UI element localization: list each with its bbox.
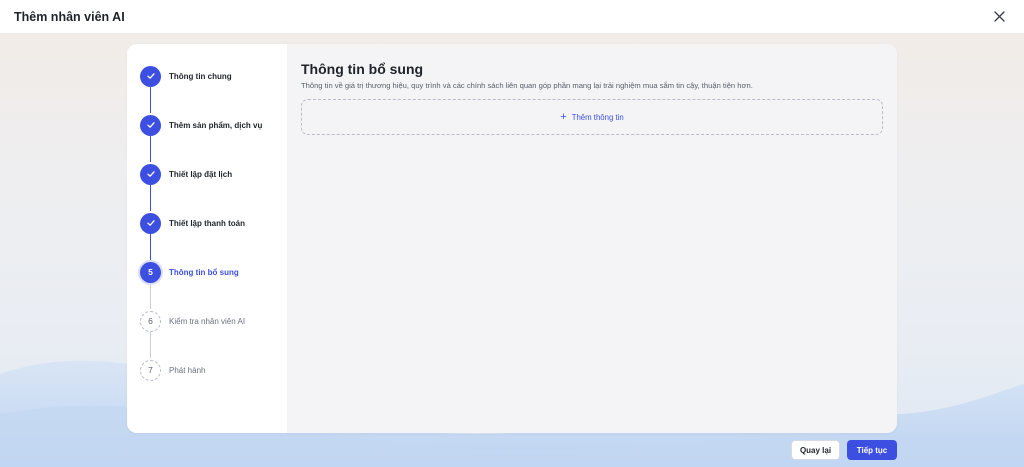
continue-button[interactable]: Tiếp tục (847, 440, 897, 460)
step-1[interactable]: Thông tin chung (140, 65, 232, 87)
step-label: Phát hành (169, 365, 206, 375)
step-check-icon (140, 163, 161, 185)
step-connector (150, 184, 151, 211)
back-button[interactable]: Quay lại (791, 440, 840, 460)
section-title: Thông tin bổ sung (301, 61, 424, 77)
modal-header: Thêm nhân viên AI (0, 0, 1024, 34)
add-info-button[interactable]: + Thêm thông tin (301, 99, 883, 135)
step-sidebar: Thông tin chung Thêm sản phẩm, dịch vụ T… (127, 44, 287, 433)
modal-title: Thêm nhân viên AI (14, 9, 125, 24)
wizard-card: Thông tin chung Thêm sản phẩm, dịch vụ T… (127, 44, 897, 433)
add-info-label: Thêm thông tin (571, 112, 624, 122)
step-3[interactable]: Thiết lập đặt lịch (140, 163, 232, 185)
step-connector (150, 282, 151, 309)
modal-body: Thông tin chung Thêm sản phẩm, dịch vụ T… (0, 34, 1024, 467)
footer-actions: Quay lại Tiếp tục (791, 440, 897, 460)
step-content: Thông tin bổ sung Thông tin về giá trị t… (287, 44, 897, 433)
step-label: Thiết lập thanh toán (169, 218, 245, 228)
step-label: Thêm sản phẩm, dịch vụ (169, 120, 263, 130)
step-connector (150, 135, 151, 162)
step-2[interactable]: Thêm sản phẩm, dịch vụ (140, 114, 262, 136)
step-number: 5 (140, 261, 161, 283)
step-label: Thông tin bổ sung (169, 267, 239, 277)
step-5[interactable]: 5 Thông tin bổ sung (140, 261, 239, 283)
step-check-icon (140, 114, 161, 136)
section-description: Thông tin về giá trị thương hiệu, quy tr… (301, 81, 753, 90)
step-check-icon (140, 65, 161, 87)
step-number: 6 (140, 310, 161, 332)
step-label: Kiểm tra nhân viên AI (169, 316, 246, 326)
step-4[interactable]: Thiết lập thanh toán (140, 212, 245, 234)
step-6[interactable]: 6 Kiểm tra nhân viên AI (140, 310, 245, 332)
plus-icon: + (560, 110, 567, 123)
step-check-icon (140, 212, 161, 234)
step-connector (150, 86, 151, 113)
step-connector (150, 331, 151, 358)
step-number: 7 (140, 359, 161, 381)
close-icon[interactable] (990, 8, 1008, 26)
step-connector (150, 233, 151, 260)
step-label: Thiết lập đặt lịch (169, 169, 233, 179)
step-7[interactable]: 7 Phát hành (140, 359, 205, 381)
step-label: Thông tin chung (169, 71, 232, 81)
